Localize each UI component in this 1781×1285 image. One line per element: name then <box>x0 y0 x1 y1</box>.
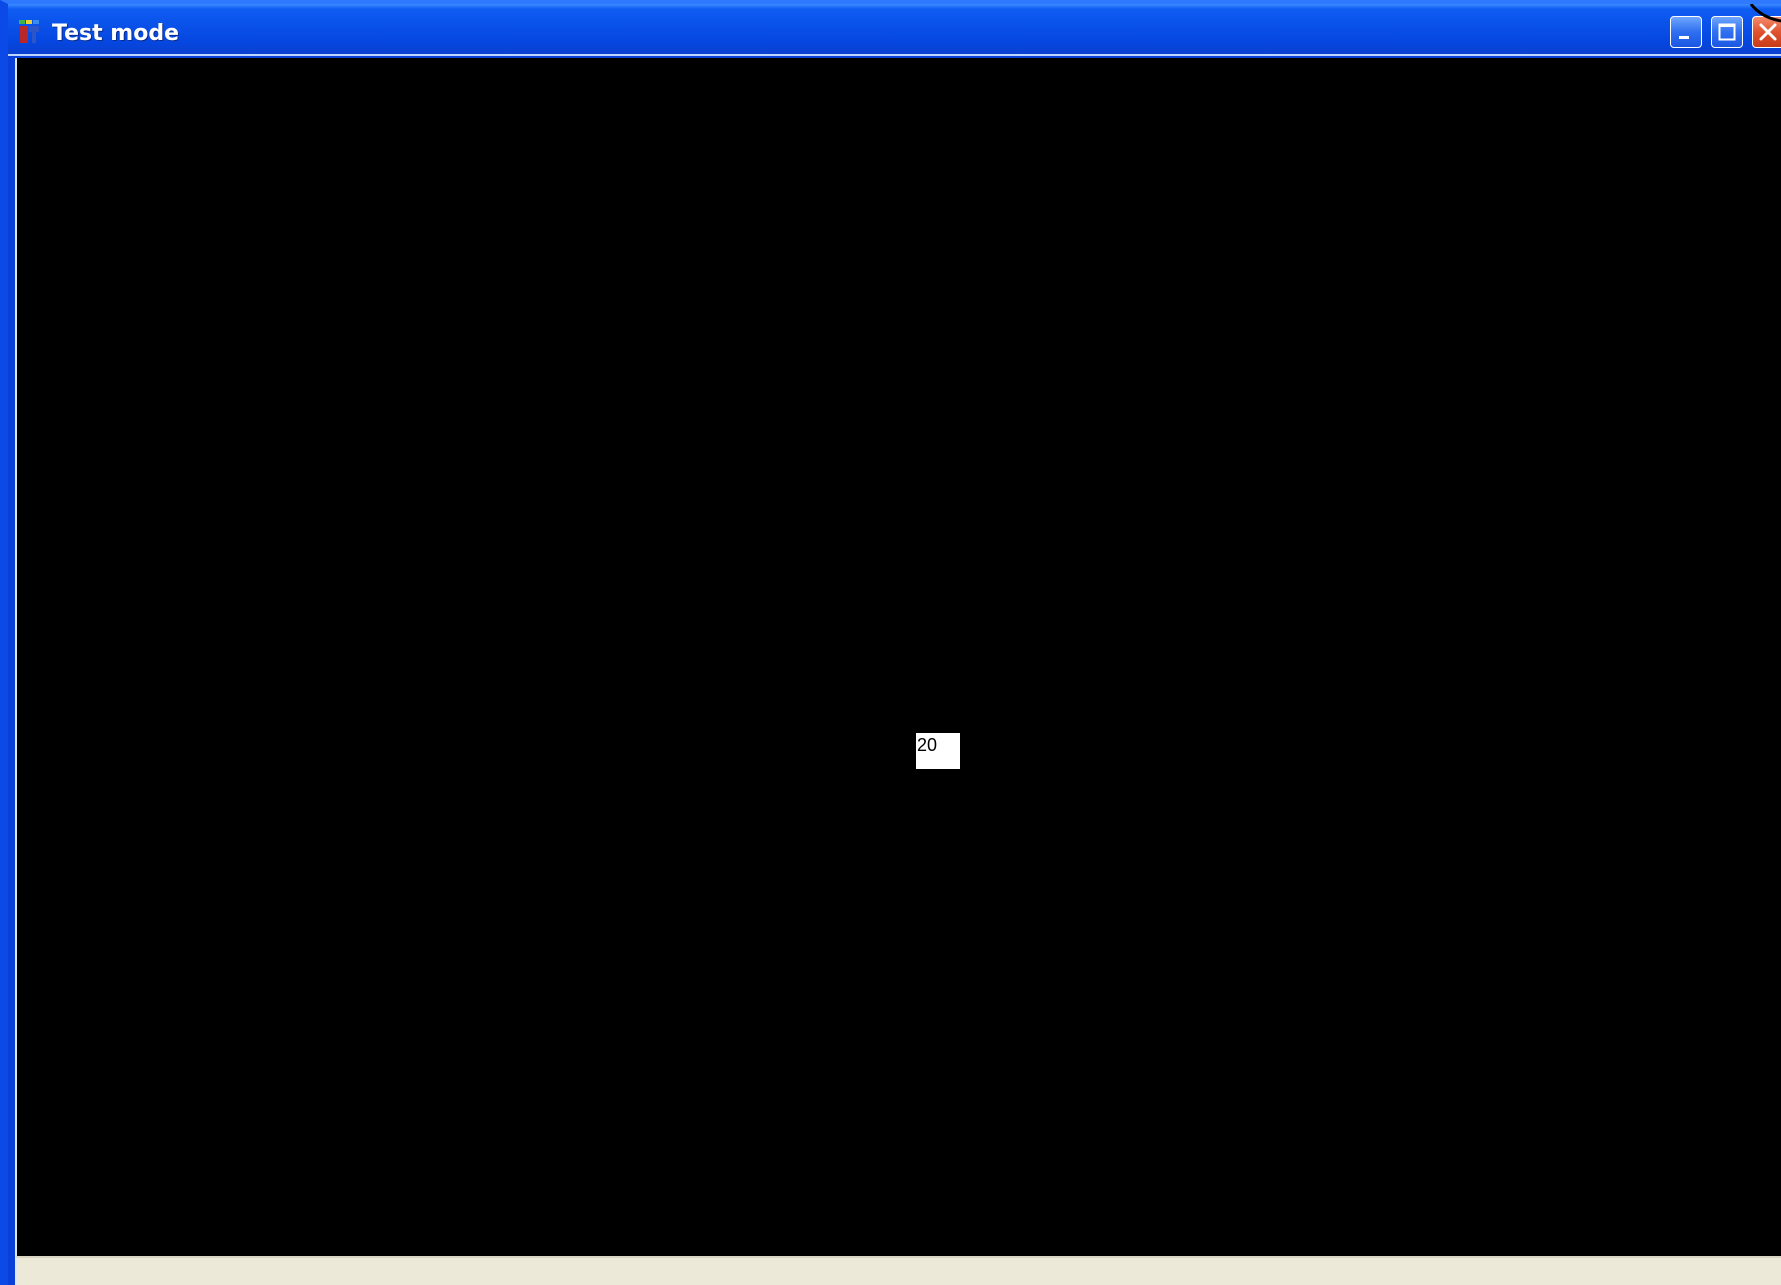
test-mode-window: Test mode 20 <box>0 0 1781 1285</box>
minimize-button[interactable] <box>1670 16 1702 48</box>
minimize-icon <box>1679 36 1689 39</box>
app-icon <box>19 20 39 43</box>
corner-decoration-icon <box>1749 4 1781 23</box>
client-area: 20 <box>15 58 1781 1256</box>
title-bar[interactable]: Test mode <box>8 4 1781 56</box>
status-bar <box>15 1256 1781 1285</box>
window-title: Test mode <box>52 21 179 46</box>
value-field[interactable]: 20 <box>916 733 960 769</box>
